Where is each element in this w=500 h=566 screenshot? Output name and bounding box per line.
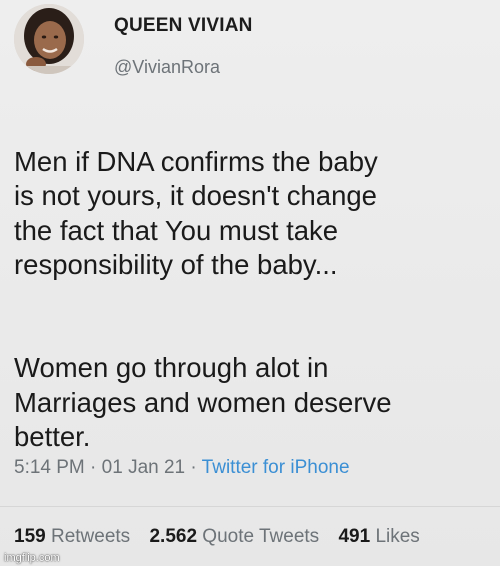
likes-label: Likes [375,526,420,547]
tweet-source-link[interactable]: Twitter for iPhone [202,457,350,478]
tweet-text: Men if DNA confirms the baby is not your… [14,110,494,489]
tweet-date[interactable]: 01 Jan 21 [102,457,185,478]
meta-separator: · [190,457,197,478]
divider [0,506,500,507]
retweets-count: 159 [14,526,46,547]
meta-separator: · [90,457,97,478]
tweet-stats: 159 Retweets 2.562 Quote Tweets 491 Like… [14,526,434,548]
avatar[interactable] [14,4,84,74]
user-handle[interactable]: @VivianRora [114,57,220,78]
tweet-paragraph-2: Women go through alot in Marriages and w… [14,352,392,452]
retweets-stat[interactable]: 159 Retweets [14,526,135,547]
quote-tweets-stat[interactable]: 2.562 Quote Tweets [149,526,324,547]
tweet-time[interactable]: 5:14 PM [14,457,85,478]
likes-count: 491 [338,526,371,547]
tweet-meta: 5:14 PM · 01 Jan 21 · Twitter for iPhone [14,457,350,479]
display-name[interactable]: QUEEN VIVIAN [114,15,253,37]
profile-photo-icon [14,4,84,74]
likes-stat[interactable]: 491 Likes [338,526,419,547]
tweet-card: QUEEN VIVIAN @VivianRora Men if DNA conf… [0,0,500,566]
tweet-paragraph-1: Men if DNA confirms the baby is not your… [14,145,378,281]
watermark: imgflip.com [4,552,60,564]
quote-tweets-count: 2.562 [149,526,198,547]
retweets-label: Retweets [50,526,131,547]
quote-tweets-label: Quote Tweets [202,526,320,547]
